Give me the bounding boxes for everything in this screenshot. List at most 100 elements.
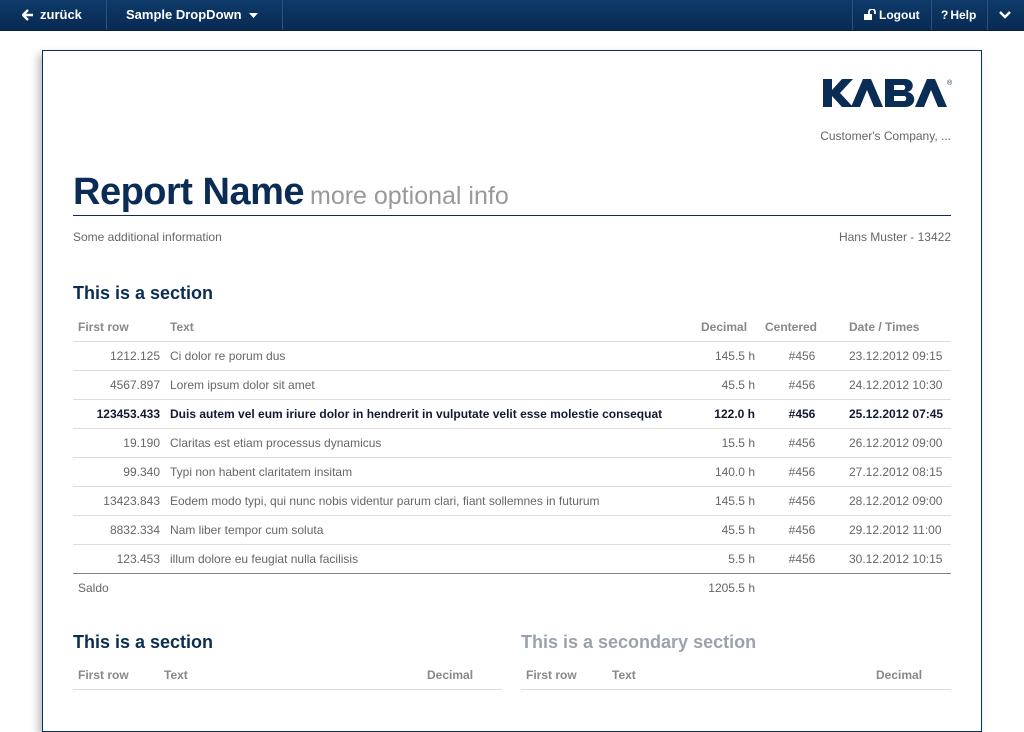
cell-first-row: 8832.334 bbox=[73, 515, 165, 545]
dropdown-label: Sample DropDown bbox=[126, 7, 242, 22]
cell-datetime: 26.12.2012 09:00 bbox=[844, 428, 951, 458]
column-header: Text bbox=[159, 661, 422, 690]
sample-dropdown[interactable]: Sample DropDown bbox=[126, 0, 259, 30]
section-title: This is a section bbox=[73, 283, 214, 303]
cell-decimal: 145.5 h bbox=[696, 341, 760, 371]
cell-first-row: 123.453 bbox=[73, 544, 165, 574]
help-button[interactable]: ? Help bbox=[941, 0, 976, 30]
column-header: Decimal bbox=[422, 661, 502, 690]
section-table: First row Text Decimal bbox=[73, 661, 502, 690]
report-title: Report Name bbox=[73, 171, 305, 213]
cell-decimal: 140.0 h bbox=[696, 457, 760, 487]
cell-decimal: 45.5 h bbox=[696, 515, 760, 545]
report-title-block: Report Name more optional info bbox=[73, 171, 951, 216]
report-subtitle: more optional info bbox=[310, 182, 509, 210]
report-page: ® Customer's Company, ... Report Name mor… bbox=[42, 50, 982, 732]
cell-datetime: 27.12.2012 08:15 bbox=[844, 457, 951, 487]
cell-datetime: 30.12.2012 10:15 bbox=[844, 544, 951, 574]
table-row: 8832.334 Nam liber tempor cum soluta 45.… bbox=[73, 515, 951, 545]
table-row: 13423.843 Eodem modo typi, qui nunc nobi… bbox=[73, 486, 951, 516]
cell-text: Nam liber tempor cum soluta bbox=[165, 515, 696, 545]
help-label: Help bbox=[950, 8, 977, 22]
cell-text: Eodem modo typi, qui nunc nobis videntur… bbox=[165, 486, 696, 516]
cell-text: Typi non habent claritatem insitam bbox=[165, 457, 696, 487]
lock-icon bbox=[864, 7, 876, 20]
cell-decimal: 15.5 h bbox=[696, 428, 760, 458]
table-row: 123.453 illum dolore eu feugiat nulla fa… bbox=[73, 544, 951, 574]
cell-decimal: 122.0 h bbox=[696, 399, 760, 429]
column-header: Decimal bbox=[871, 661, 951, 690]
section-title: This is a section bbox=[73, 632, 214, 652]
cell-first-row: 1212.125 bbox=[73, 341, 165, 371]
divider bbox=[987, 0, 988, 30]
arrow-left-icon bbox=[21, 8, 33, 21]
cell-centered: #456 bbox=[760, 515, 844, 545]
empty-cell bbox=[844, 574, 951, 603]
cell-text: Ci dolor re porum dus bbox=[165, 341, 696, 371]
column-header: Centered bbox=[760, 313, 844, 342]
cell-centered: #456 bbox=[760, 457, 844, 487]
cell-centered: #456 bbox=[760, 544, 844, 574]
cell-datetime: 24.12.2012 10:30 bbox=[844, 370, 951, 400]
top-navigation-bar: zurück Sample DropDown Logout ? Help bbox=[0, 0, 1024, 31]
saldo-value: 1205.5 h bbox=[708, 581, 755, 595]
svg-text:®: ® bbox=[947, 79, 953, 87]
table-header-row: First row Text Decimal bbox=[521, 661, 951, 690]
table-header-row: First row Text Decimal bbox=[73, 661, 502, 690]
column-header: First row bbox=[521, 661, 607, 690]
cell-centered: #456 bbox=[760, 486, 844, 516]
cell-centered: #456 bbox=[760, 428, 844, 458]
more-menu-button[interactable] bbox=[999, 0, 1011, 30]
cell-decimal: 5.5 h bbox=[696, 544, 760, 574]
logout-label: Logout bbox=[879, 8, 920, 22]
cell-centered: #456 bbox=[760, 399, 844, 429]
column-header: Text bbox=[607, 661, 871, 690]
saldo-label: Saldo bbox=[78, 581, 109, 595]
cell-datetime: 29.12.2012 11:00 bbox=[844, 515, 951, 545]
empty-cell bbox=[760, 574, 844, 603]
section-table: First row Text Decimal Centered Date / T… bbox=[73, 313, 951, 602]
back-label: zurück bbox=[40, 7, 82, 22]
secondary-section-title: This is a secondary section bbox=[521, 632, 757, 652]
cell-datetime: 25.12.2012 07:45 bbox=[844, 399, 951, 429]
cell-first-row: 99.340 bbox=[73, 457, 165, 487]
chevron-down-icon bbox=[999, 10, 1011, 19]
company-name: Customer's Company, ... bbox=[820, 129, 951, 143]
question-icon: ? bbox=[941, 8, 949, 22]
table-total-row: Saldo 1205.5 h bbox=[73, 574, 951, 603]
cell-text: Lorem ipsum dolor sit amet bbox=[165, 370, 696, 400]
column-header: Text bbox=[165, 313, 696, 342]
kaba-logo: ® bbox=[823, 77, 955, 114]
section-table: First row Text Decimal bbox=[521, 661, 951, 690]
additional-info: Some additional information bbox=[73, 230, 222, 244]
table-row: 4567.897 Lorem ipsum dolor sit amet 45.5… bbox=[73, 370, 951, 400]
cell-first-row: 123453.433 bbox=[73, 399, 165, 429]
cell-decimal: 45.5 h bbox=[696, 370, 760, 400]
cell-first-row: 19.190 bbox=[73, 428, 165, 458]
divider bbox=[852, 0, 853, 30]
cell-centered: #456 bbox=[760, 370, 844, 400]
cell-centered: #456 bbox=[760, 341, 844, 371]
column-header: First row bbox=[73, 661, 159, 690]
table-row-highlighted: 123453.433 Duis autem vel eum iriure dol… bbox=[73, 399, 951, 429]
logout-button[interactable]: Logout bbox=[864, 0, 920, 30]
column-header: Decimal bbox=[696, 313, 760, 342]
cell-text: Duis autem vel eum iriure dolor in hendr… bbox=[165, 399, 696, 429]
table-row: 99.340 Typi non habent claritatem insita… bbox=[73, 457, 951, 487]
cell-decimal: 145.5 h bbox=[696, 486, 760, 516]
table-header-row: First row Text Decimal Centered Date / T… bbox=[73, 313, 951, 342]
caret-down-icon bbox=[249, 12, 259, 18]
cell-datetime: 23.12.2012 09:15 bbox=[844, 341, 951, 371]
cell-first-row: 13423.843 bbox=[73, 486, 165, 516]
cell-text: illum dolore eu feugiat nulla facilisis bbox=[165, 544, 696, 574]
cell-first-row: 4567.897 bbox=[73, 370, 165, 400]
table-row: 1212.125 Ci dolor re porum dus 145.5 h #… bbox=[73, 341, 951, 371]
cell-text: Claritas est etiam processus dynamicus bbox=[165, 428, 696, 458]
column-header: Date / Times bbox=[844, 313, 951, 342]
divider bbox=[282, 0, 283, 30]
divider bbox=[106, 0, 107, 30]
author-info: Hans Muster - 13422 bbox=[838, 230, 951, 244]
divider bbox=[931, 0, 932, 30]
column-header: First row bbox=[73, 313, 165, 342]
back-button[interactable]: zurück bbox=[21, 0, 82, 30]
